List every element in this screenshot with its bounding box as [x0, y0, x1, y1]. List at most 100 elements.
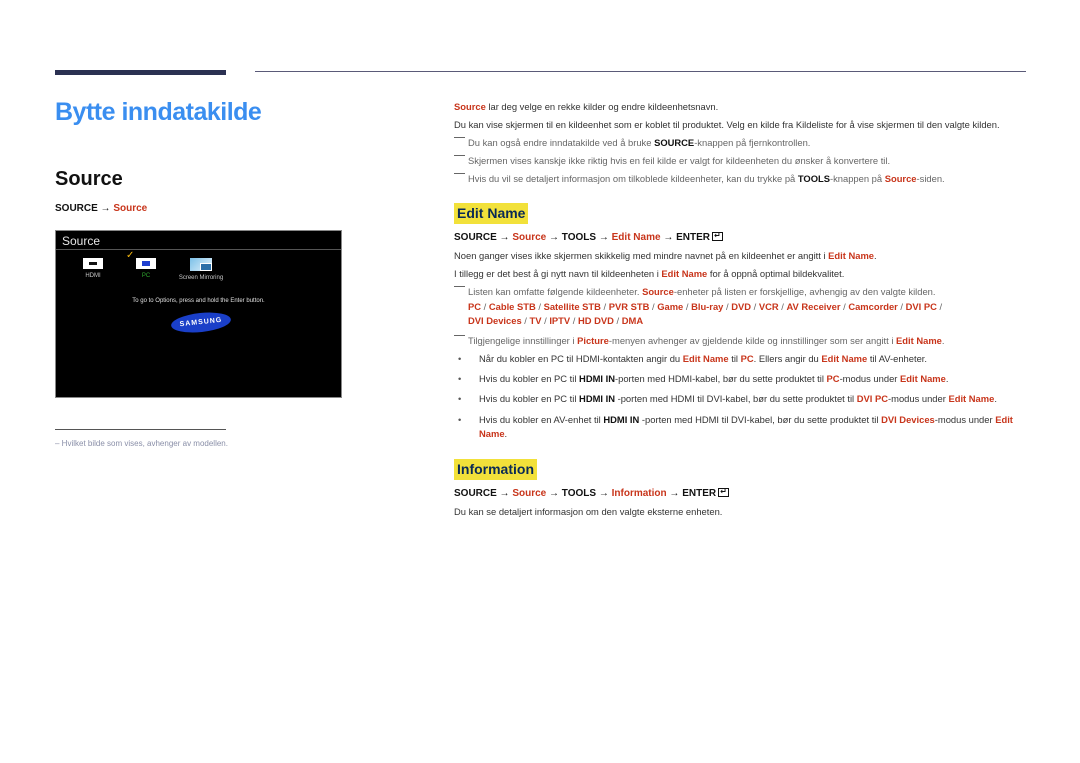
device-item: Blu-ray	[691, 300, 724, 312]
pc-link: PC	[740, 353, 754, 365]
header-rule-thin	[255, 71, 1026, 72]
footnote-rule	[55, 429, 226, 430]
footnote-text: Hvilket bilde som vises, avhenger av mod…	[61, 439, 228, 448]
edit-name-link: Edit Name	[896, 335, 942, 347]
path-link: Source	[512, 487, 547, 499]
text: -porten med HDMI-kabel, bør du sette pro…	[614, 373, 827, 385]
bullet-list: Når du kobler en PC til HDMI-kontakten a…	[454, 352, 1026, 441]
note: Hvis du vil se detaljert informasjon om …	[454, 172, 1026, 186]
source-link: Source	[642, 285, 674, 297]
text: Listen kan omfatte følgende kildeenheter…	[468, 285, 643, 297]
device-item: AV Receiver	[786, 300, 841, 312]
separator: /	[600, 300, 609, 312]
text: lar deg velge en rekke kilder og endre k…	[485, 101, 719, 112]
text-bold: HDMI IN	[579, 393, 615, 405]
edit-name-link: Edit Name	[821, 353, 868, 365]
edit-name-link: Edit Name	[948, 393, 995, 405]
source-link: Source	[884, 173, 917, 185]
samsung-logo: SAMSUNG	[170, 309, 232, 336]
tv-source-screen: Source ✓ HDMI PC Screen Mirroring To go …	[55, 230, 342, 398]
picture-link: Picture	[577, 335, 609, 347]
separator: /	[897, 300, 906, 312]
list-item: Hvis du kobler en PC til HDMI IN -porten…	[454, 392, 1026, 406]
separator: /	[521, 314, 530, 326]
path-link: Edit Name	[611, 231, 661, 243]
list-item: Hvis du kobler en AV-enhet til HDMI IN -…	[454, 413, 1026, 441]
screen-mirroring-icon	[190, 258, 212, 271]
path-link: Information	[611, 487, 667, 499]
path-prefix: SOURCE →	[55, 203, 114, 214]
device-item: IPTV	[549, 314, 571, 326]
edit-name-path: SOURCE → Source → TOOLS → Edit Name → EN…	[454, 230, 1026, 245]
text: .	[941, 335, 945, 347]
menu-path: SOURCE → Source	[55, 203, 147, 214]
information-paragraph: Du kan se detaljert informasjon om den v…	[454, 505, 723, 517]
separator: /	[936, 300, 943, 312]
device-item: TV	[529, 314, 542, 326]
device-item: VCR	[758, 300, 779, 312]
enter-icon	[712, 230, 723, 242]
enter-icon	[718, 486, 730, 498]
edit-name-paragraph-2: I tillegg er det best å gi nytt navn til…	[454, 267, 1026, 281]
mode-link: PC	[826, 373, 840, 385]
information-path: SOURCE → Source → TOOLS → Information → …	[454, 486, 1026, 501]
text: I tillegg er det best å gi nytt navn til…	[454, 267, 662, 279]
edit-name-link: Edit Name	[682, 353, 729, 365]
text: .	[994, 393, 997, 405]
source-label: PC	[141, 273, 151, 279]
device-item: DVI PC	[905, 300, 937, 312]
text: -modus under	[839, 373, 901, 385]
text: til	[728, 353, 741, 365]
text-bold: SOURCE	[654, 137, 695, 149]
options-hint: To go to Options, press and hold the Ent…	[132, 298, 265, 304]
separator: /	[481, 300, 489, 312]
edit-name-link: Edit Name	[661, 267, 708, 279]
text: → ENTER	[666, 487, 717, 499]
text-bold: HDMI IN	[603, 413, 640, 425]
text: Hvis du kobler en PC til	[479, 373, 580, 385]
text: . Ellers angir du	[753, 353, 822, 365]
text: SOURCE →	[454, 231, 513, 243]
device-item: HD DVD	[578, 314, 614, 326]
text: -knappen på fjernkontrollen.	[694, 137, 811, 149]
information-heading: Information	[454, 458, 537, 480]
edit-name-link: Edit Name	[900, 373, 946, 385]
text: -enheter på listen er forskjellige, avhe…	[673, 285, 936, 297]
text: Når du kobler en PC til HDMI-kontakten a…	[479, 353, 683, 365]
text: for å oppnå optimal bildekvalitet.	[707, 267, 845, 279]
text: Noen ganger vises ikke skjermen skikkeli…	[454, 249, 829, 261]
source-link: Source	[454, 101, 486, 112]
text: Hvis du kobler en AV-enhet til	[479, 413, 604, 425]
mode-link: DVI PC	[856, 393, 889, 405]
source-pc[interactable]: PC	[131, 258, 161, 279]
text: .	[874, 249, 877, 261]
device-item: Game	[657, 300, 684, 312]
text: .	[504, 427, 508, 439]
path-source-link: Source	[113, 203, 148, 214]
list-item: Når du kobler en PC til HDMI-kontakten a…	[454, 352, 1026, 366]
text: -menyen avhenger av gjeldende kilde og i…	[608, 335, 897, 347]
note: Du kan også endre inndatakilde ved å bru…	[454, 136, 1026, 150]
device-item: Camcorder	[848, 300, 898, 312]
source-screen-mirroring[interactable]: Screen Mirroring	[171, 258, 231, 281]
note: Tilgjengelige innstillinger i Picture-me…	[454, 334, 1026, 348]
separator: /	[613, 314, 622, 326]
separator: /	[649, 300, 658, 312]
separator: /	[751, 300, 759, 312]
text: Hvis du kobler en PC til	[479, 393, 580, 405]
device-item: DVD	[731, 300, 752, 312]
text-bold: HDMI IN	[579, 373, 615, 385]
text: SOURCE →	[454, 487, 513, 499]
text: -siden.	[916, 173, 945, 185]
device-item: Satellite STB	[543, 300, 601, 312]
text: → TOOLS →	[546, 231, 612, 243]
text-bold: TOOLS	[797, 173, 830, 185]
tv-title-divider	[56, 249, 341, 250]
device-item: Cable STB	[488, 300, 536, 312]
device-item: PC	[468, 300, 482, 312]
pc-icon	[136, 258, 156, 269]
edit-name-paragraph-1: Noen ganger vises ikke skjermen skikkeli…	[454, 249, 1026, 263]
source-hdmi[interactable]: HDMI	[78, 258, 108, 279]
text: til AV-enheter.	[867, 353, 927, 365]
intro-paragraph-2: Du kan vise skjermen til en kildeenhet s…	[454, 119, 1000, 131]
